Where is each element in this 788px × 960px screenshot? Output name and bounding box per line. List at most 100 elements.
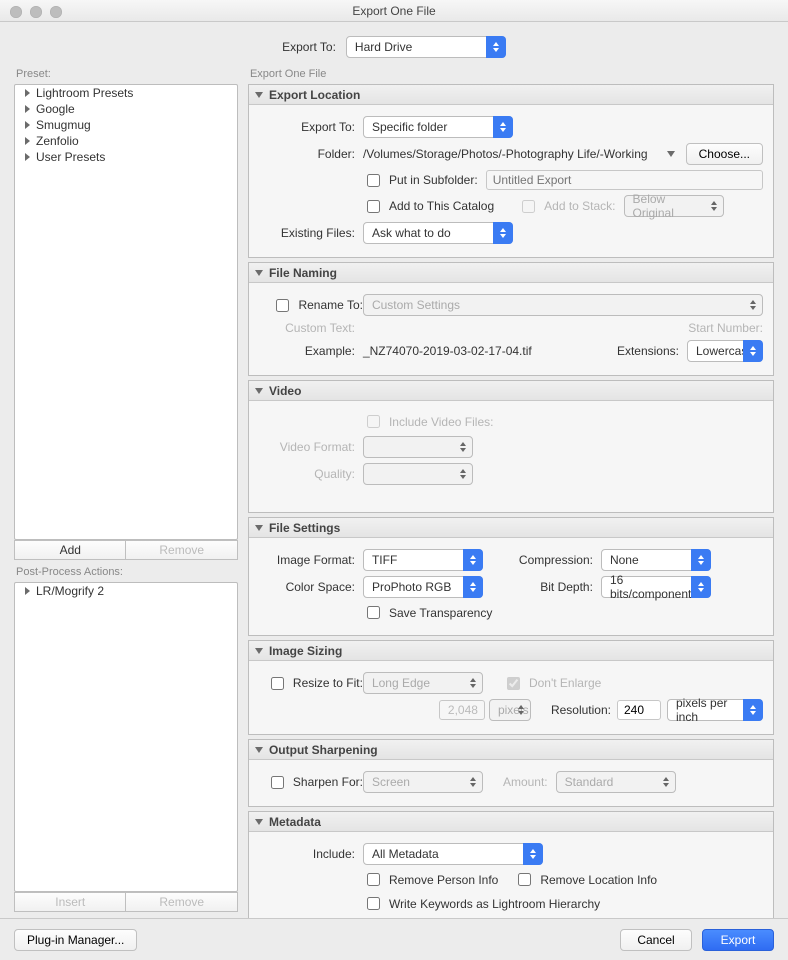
section-image-sizing: Image Sizing Resize to Fit: Long Edge Do… [248,640,774,735]
add-catalog-checkbox[interactable]: Add to This Catalog [363,197,494,216]
remove-location-checkbox[interactable]: Remove Location Info [514,870,657,889]
folder-dropdown-button[interactable] [662,145,680,163]
cancel-button[interactable]: Cancel [620,929,692,951]
resolution-unit-select[interactable]: pixels per inch [667,699,763,721]
label: Start Number: [688,321,763,335]
top-export-row: Export To: Hard Drive [0,22,788,66]
bit-depth-select[interactable]: 16 bits/component [601,576,711,598]
include-video-checkbox: Include Video Files: [363,412,494,431]
label: Bit Depth: [507,580,593,594]
choose-folder-button[interactable]: Choose... [686,143,763,165]
chevron-down-icon [255,92,263,98]
label: Color Space: [259,580,355,594]
section-header[interactable]: Image Sizing [249,641,773,661]
sharpen-amount-select: Standard [556,771,676,793]
sharpen-checkbox[interactable]: Sharpen For: [259,773,363,792]
section-file-naming: File Naming Rename To: Custom Settings C… [248,262,774,376]
chevron-down-icon [255,648,263,654]
resize-checkbox[interactable]: Resize to Fit: [259,674,363,693]
rename-select: Custom Settings [363,294,763,316]
close-dot-icon[interactable] [10,6,22,18]
section-header[interactable]: Metadata [249,812,773,832]
list-item[interactable]: Smugmug [15,117,237,133]
export-to-select[interactable]: Hard Drive [346,36,506,58]
existing-files-select[interactable]: Ask what to do [363,222,513,244]
window-title: Export One File [352,4,435,18]
subfolder-input[interactable] [486,170,763,190]
example-value: _NZ74070-2019-03-02-17-04.tif [363,344,532,358]
label: Image Format: [259,553,355,567]
subfolder-checkbox[interactable]: Put in Subfolder: [363,171,478,190]
insert-button[interactable]: Insert [14,892,126,912]
label: Example: [259,344,355,358]
preset-label: Preset: [16,68,238,80]
color-space-select[interactable]: ProPhoto RGB [363,576,483,598]
transparency-checkbox[interactable]: Save Transparency [363,603,492,622]
ppa-list[interactable]: LR/Mogrify 2 [14,582,238,892]
write-keywords-checkbox[interactable]: Write Keywords as Lightroom Hierarchy [363,894,600,913]
label: Include: [259,847,355,861]
remove-button[interactable]: Remove [126,892,237,912]
export-to-label: Export To: [282,40,336,54]
compression-select[interactable]: None [601,549,711,571]
section-header[interactable]: Export Location [249,85,773,105]
right-panel-label: Export One File [250,68,774,80]
image-format-select[interactable]: TIFF [363,549,483,571]
section-header[interactable]: File Naming [249,263,773,283]
chevron-down-icon [255,525,263,531]
disclosure-triangle-icon [25,587,30,595]
size-input[interactable] [439,700,485,720]
extensions-select[interactable]: Lowercase [687,340,763,362]
resolution-input[interactable] [617,700,661,720]
label: Export To: [259,120,355,134]
remove-button[interactable]: Remove [126,540,237,560]
label: Quality: [259,467,355,481]
rename-checkbox[interactable]: Rename To: [259,296,363,315]
label: Custom Text: [259,321,355,335]
video-quality-select [363,463,473,485]
section-header[interactable]: Video [249,381,773,401]
disclosure-triangle-icon [25,137,30,145]
titlebar: Export One File [0,0,788,22]
size-unit-select: pixels [489,699,531,721]
zoom-dot-icon[interactable] [50,6,62,18]
list-item[interactable]: LR/Mogrify 2 [15,583,237,599]
label: Folder: [259,147,355,161]
section-header[interactable]: Output Sharpening [249,740,773,760]
section-metadata: Metadata Include: All Metadata Remove Pe… [248,811,774,922]
preset-list[interactable]: Lightroom Presets Google Smugmug Zenfoli… [14,84,238,540]
export-button[interactable]: Export [702,929,774,951]
list-item[interactable]: Lightroom Presets [15,85,237,101]
video-format-select [363,436,473,458]
disclosure-triangle-icon [25,121,30,129]
resize-mode-select: Long Edge [363,672,483,694]
add-stack-checkbox: Add to Stack: [518,197,615,216]
section-file-settings: File Settings Image Format: TIFF Compres… [248,517,774,636]
section-header[interactable]: File Settings [249,518,773,538]
label: Resolution: [551,703,611,717]
disclosure-triangle-icon [25,153,30,161]
label: Existing Files: [259,226,355,240]
list-item[interactable]: User Presets [15,149,237,165]
plugin-manager-button[interactable]: Plug-in Manager... [14,929,137,951]
disclosure-triangle-icon [25,105,30,113]
chevron-down-icon [255,747,263,753]
label: Extensions: [617,344,679,358]
ppa-buttons: Insert Remove [14,892,238,912]
label: Video Format: [259,440,355,454]
chevron-down-icon [255,388,263,394]
add-button[interactable]: Add [14,540,126,560]
metadata-include-select[interactable]: All Metadata [363,843,543,865]
dont-enlarge-checkbox: Don't Enlarge [503,674,601,693]
section-export-location: Export Location Export To: Specific fold… [248,84,774,258]
list-item[interactable]: Google [15,101,237,117]
footer: Plug-in Manager... Cancel Export [0,918,788,960]
folder-path: /Volumes/Storage/Photos/-Photography Lif… [363,147,662,161]
list-item[interactable]: Zenfolio [15,133,237,149]
export-location-select[interactable]: Specific folder [363,116,513,138]
minimize-dot-icon[interactable] [30,6,42,18]
sharpen-for-select: Screen [363,771,483,793]
disclosure-triangle-icon [25,89,30,97]
add-stack-select: Below Original [624,195,724,217]
remove-person-checkbox[interactable]: Remove Person Info [363,870,498,889]
